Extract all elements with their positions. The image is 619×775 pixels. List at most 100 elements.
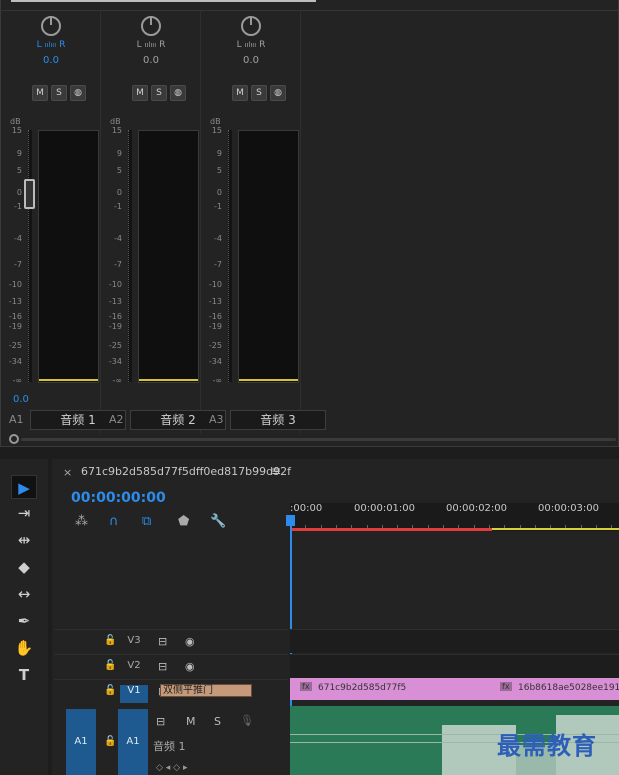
microphone-icon[interactable]: 🎙 (240, 714, 254, 727)
keyframe-nav-icon[interactable]: ◇ ◂ ◇ ▸ (156, 763, 187, 773)
slip-tool-icon[interactable]: ↔ (11, 582, 37, 606)
pen-tool-icon[interactable]: ✒ (11, 609, 37, 633)
channel-name[interactable]: 音频 3 (230, 410, 326, 430)
playhead-timecode[interactable]: 00:00:00:00 (71, 490, 166, 506)
sync-lock-icon[interactable]: ⊟ (158, 660, 167, 673)
horizontal-scrollbar[interactable] (21, 438, 616, 441)
pan-knob-icon[interactable] (41, 16, 61, 36)
panel-menu-icon[interactable]: ≡ (271, 464, 281, 478)
mute-button[interactable]: M (32, 85, 48, 101)
solo-button[interactable]: S (151, 85, 167, 101)
pan-knob-icon[interactable] (141, 16, 161, 36)
volume-fader-handle[interactable] (24, 179, 35, 209)
db-scale-tick: -7 (214, 260, 222, 269)
volume-fader-track[interactable] (28, 130, 32, 382)
record-enable-icon[interactable]: ◍ (70, 85, 86, 101)
mixer-channel: L ıılııı R 0.0 M S ◍ dB 15 9 5 0 -1 -4 -7 -10 -13 -16 -1… (101, 11, 226, 433)
ruler-label: 00:00:01:00 (354, 503, 416, 514)
pan-value[interactable]: 0.0 (121, 55, 181, 66)
settings-wrench-icon[interactable]: 🔧 (210, 514, 226, 529)
eye-icon[interactable]: ◉ (185, 635, 195, 648)
sync-lock-icon[interactable]: ⊟ (156, 715, 165, 728)
db-scale-tick: -4 (114, 234, 122, 243)
db-scale-tick: -∞ (212, 376, 222, 385)
track-name-a1[interactable]: A1 (118, 709, 148, 775)
volume-value[interactable]: 0.0 (13, 394, 29, 405)
fx-badge: fx (500, 682, 512, 691)
sequence-tab-name[interactable]: 671c9b2d585d77f5dff0ed817b99d92f (81, 465, 291, 478)
channel-id: A1 (9, 413, 24, 426)
db-scale-tick: -4 (214, 234, 222, 243)
lock-icon[interactable]: 🔓 (104, 736, 116, 747)
eye-icon[interactable]: ◉ (185, 660, 195, 673)
ripple-edit-tool-icon[interactable]: ⇹ (11, 528, 37, 552)
record-enable-icon[interactable]: ◍ (170, 85, 186, 101)
track-name-v1[interactable]: V1 (120, 685, 148, 703)
channel-id: A2 (109, 413, 124, 426)
track-name-v2[interactable]: V2 (120, 660, 148, 678)
ruler-label: :00:00 (290, 503, 323, 514)
db-scale-tick: -25 (108, 341, 122, 350)
db-scale-tick: 15 (11, 126, 22, 135)
lock-icon[interactable]: 🔓 (104, 660, 116, 671)
linked-selection-icon[interactable]: ⧉ (142, 514, 151, 529)
audio-track-mixer: L ıılııı R 0.0 M S ◍ dB 15 9 5 0 -1 -4 -7 -10 -13 -16 -1… (0, 0, 619, 447)
level-meter (38, 130, 99, 383)
channel-id: A3 (209, 413, 224, 426)
pan-value[interactable]: 0.0 (21, 55, 81, 66)
close-sequence-button[interactable]: × (63, 466, 72, 479)
selection-tool-icon[interactable]: ▶ (11, 475, 37, 499)
sync-lock-icon[interactable]: ⊟ (158, 635, 167, 648)
ruler-label: 00:00:03:00 (538, 503, 600, 514)
hand-tool-icon[interactable]: ✋ (11, 636, 37, 660)
pan-lr-label: L ıılııı R (36, 40, 66, 50)
mute-button[interactable]: M (232, 85, 248, 101)
panel-scroll-handle-icon[interactable] (9, 434, 19, 444)
track-area-v3[interactable] (290, 629, 619, 653)
db-scale-tick: -34 (208, 357, 222, 366)
db-scale-tick: 5 (116, 166, 122, 175)
add-marker-icon[interactable]: ⬟ (178, 514, 189, 529)
db-scale-tick: 5 (16, 166, 22, 175)
track-area-v2[interactable] (290, 654, 619, 678)
solo-button[interactable]: S (51, 85, 67, 101)
lock-icon[interactable]: 🔓 (104, 635, 116, 646)
track-select-tool-icon[interactable]: ⇥ (11, 501, 37, 525)
volume-fader-track[interactable] (128, 130, 132, 382)
db-scale-tick: -10 (108, 280, 122, 289)
record-enable-icon[interactable]: ◍ (270, 85, 286, 101)
clip-label: 16b8618ae5028ee191e1 (518, 683, 619, 693)
pan-knob-icon[interactable] (241, 16, 261, 36)
clip-label: 671c9b2d585d77f5 (318, 683, 407, 693)
mute-button[interactable]: M (132, 85, 148, 101)
db-label: dB (10, 117, 21, 126)
type-tool-icon[interactable]: T (11, 663, 37, 687)
source-patch-a1[interactable]: A1 (66, 709, 96, 775)
db-scale-tick: -∞ (12, 376, 22, 385)
time-ruler[interactable]: :00:00 00:00:01:00 00:00:02:00 00:00:03:… (290, 503, 619, 531)
lock-icon[interactable]: 🔓 (104, 685, 116, 696)
snap-icon[interactable]: ∩ (109, 514, 119, 529)
mixer-channel: L ıılııı R 0.0 M S ◍ dB 15 9 5 0 -1 -4 -7 -10 -13 -16 -1… (201, 11, 326, 433)
pan-value[interactable]: 0.0 (221, 55, 281, 66)
db-scale-tick: -4 (14, 234, 22, 243)
render-bar-red (292, 528, 492, 531)
solo-button[interactable]: S (251, 85, 267, 101)
db-label: dB (210, 117, 221, 126)
razor-tool-icon[interactable]: ◆ (11, 555, 37, 579)
db-scale-tick: 0 (116, 188, 122, 197)
volume-fader-track[interactable] (228, 130, 232, 382)
mute-button[interactable]: M (186, 715, 196, 728)
db-scale-tick: -19 (8, 322, 22, 331)
db-label: dB (110, 117, 121, 126)
video-clip[interactable]: fx 671c9b2d585d77f5 fx 16b8618ae5028ee19… (290, 678, 619, 700)
tools-panel: ▶ ⇥ ⇹ ◆ ↔ ✒ ✋ T (0, 459, 48, 775)
ruler-label: 00:00:02:00 (446, 503, 508, 514)
solo-button[interactable]: S (214, 715, 221, 728)
db-scale-tick: 15 (111, 126, 122, 135)
nest-sequence-icon[interactable]: ⁂ (75, 514, 88, 529)
transition-clip[interactable]: 双侧平推门 (160, 684, 252, 697)
track-name-v3[interactable]: V3 (120, 635, 148, 653)
db-scale-tick: -1 (114, 202, 122, 211)
db-scale-tick: -1 (214, 202, 222, 211)
